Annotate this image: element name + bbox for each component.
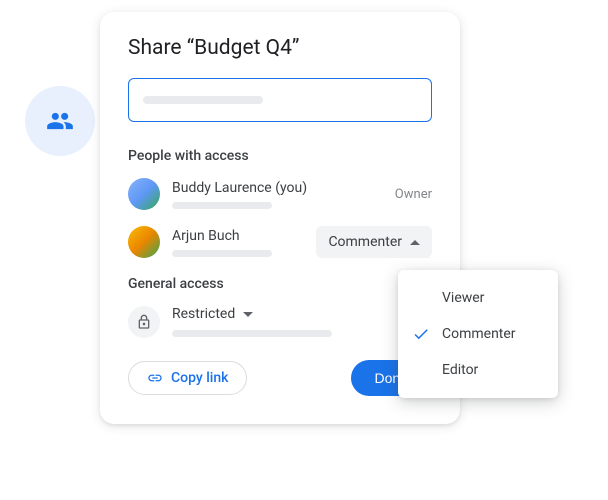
role-dropdown[interactable]: Commenter [316, 226, 432, 258]
person-info: Arjun Buch [172, 228, 316, 257]
check-icon [412, 325, 430, 343]
access-mode-selector[interactable]: Restricted [172, 306, 332, 322]
link-icon [147, 370, 163, 386]
person-row: Buddy Laurence (you) Owner [128, 178, 432, 210]
person-email-placeholder [172, 250, 272, 257]
access-mode-label: Restricted [172, 306, 235, 322]
role-option-editor[interactable]: Editor [398, 352, 558, 388]
general-access-row: Restricted [128, 306, 432, 338]
access-info: Restricted [172, 306, 332, 337]
copy-link-label: Copy link [171, 370, 228, 386]
person-name: Arjun Buch [172, 228, 316, 244]
dialog-footer: Copy link Done [128, 360, 432, 396]
input-placeholder [143, 96, 263, 104]
person-info: Buddy Laurence (you) [172, 180, 395, 209]
people-section-label: People with access [128, 148, 432, 164]
chevron-down-icon [243, 312, 253, 317]
person-name: Buddy Laurence (you) [172, 180, 395, 196]
role-option-label: Editor [442, 362, 478, 378]
owner-label: Owner [395, 187, 432, 202]
access-description-placeholder [172, 330, 332, 337]
person-row: Arjun Buch Commenter [128, 226, 432, 258]
person-email-placeholder [172, 202, 272, 209]
role-option-commenter[interactable]: Commenter [398, 316, 558, 352]
copy-link-button[interactable]: Copy link [128, 361, 247, 395]
avatar [128, 178, 160, 210]
dialog-title: Share “Budget Q4” [128, 36, 432, 60]
role-option-label: Commenter [442, 326, 516, 342]
people-search-input[interactable] [128, 78, 432, 122]
people-icon [46, 107, 74, 135]
people-badge [25, 86, 95, 156]
role-dropdown-label: Commenter [328, 234, 402, 250]
avatar [128, 226, 160, 258]
lock-badge [128, 306, 160, 338]
role-option-viewer[interactable]: Viewer [398, 280, 558, 316]
chevron-up-icon [410, 240, 420, 245]
general-access-label: General access [128, 276, 432, 292]
role-option-label: Viewer [442, 290, 484, 306]
role-menu: Viewer Commenter Editor [398, 270, 558, 398]
lock-icon [136, 314, 152, 330]
